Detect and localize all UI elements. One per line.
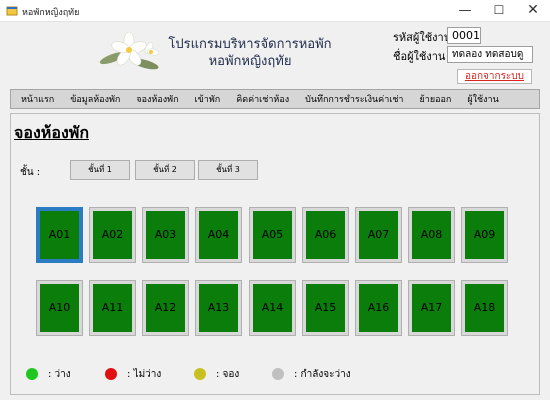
legend-available-label: : ว่าง [48, 369, 71, 380]
user-code-label: รหัสผู้ใช้งาน [393, 31, 452, 44]
flower-logo-icon [99, 31, 160, 70]
logout-button[interactable]: ออกจากระบบ [457, 69, 532, 84]
menu-item-room-info[interactable]: ข้อมูลห้องพัก [70, 92, 120, 106]
menu-item-users[interactable]: ผู้ใช้งาน [467, 92, 498, 106]
legend-available-dot [26, 368, 38, 380]
menu-item-book-room[interactable]: จองห้องพัก [136, 92, 178, 106]
user-code-field[interactable]: 0001 [447, 27, 481, 44]
room-a06[interactable]: A06 [302, 207, 349, 263]
user-name-field[interactable]: ทดลอง ทดสอบดู [447, 46, 533, 63]
maximize-button[interactable]: ☐ [482, 0, 516, 22]
menu-item-home[interactable]: หน้าแรก [21, 92, 54, 106]
floor-label: ชั้น : [20, 167, 41, 178]
legend-occupied-label: : ไม่ว่าง [127, 369, 162, 380]
room-a08[interactable]: A08 [408, 207, 455, 263]
floor-3-button[interactable]: ชั้นที่ 3 [198, 160, 258, 180]
legend-occupied-dot [105, 368, 117, 380]
menu-item-move-out[interactable]: ย้ายออก [420, 92, 452, 106]
legend-reserved-dot [194, 368, 206, 380]
main-menu: หน้าแรก ข้อมูลห้องพัก จองห้องพัก เข้าพัก… [10, 89, 540, 109]
room-a04[interactable]: A04 [195, 207, 242, 263]
floor-2-button[interactable]: ชั้นที่ 2 [135, 160, 195, 180]
program-title-line2: หอพักหญิงฤทัย [208, 54, 292, 69]
window-titlebar: หอพักหญิงฤทัย — ☐ ✕ [0, 0, 550, 22]
floor-1-button[interactable]: ชั้นที่ 1 [70, 160, 130, 180]
room-a14[interactable]: A14 [249, 280, 296, 336]
room-a05[interactable]: A05 [249, 207, 296, 263]
app-header: โปรแกรมบริหารจัดการหอพัก หอพักหญิงฤทัย ร… [0, 22, 550, 88]
app-icon [6, 6, 18, 16]
room-a02[interactable]: A02 [89, 207, 136, 263]
page-title: จองห้องพัก [14, 123, 89, 142]
program-title: โปรแกรมบริหารจัดการหอพัก หอพักหญิงฤทัย [165, 36, 335, 70]
room-a07[interactable]: A07 [355, 207, 402, 263]
user-name-label: ชื่อผู้ใช้งาน [393, 50, 446, 63]
room-a17[interactable]: A17 [408, 280, 455, 336]
legend-soon-available-dot [272, 368, 284, 380]
legend-reserved-label: : จอง [216, 369, 240, 380]
room-a13[interactable]: A13 [195, 280, 242, 336]
menu-item-check-in[interactable]: เข้าพัก [195, 92, 221, 106]
window-title: หอพักหญิงฤทัย [22, 8, 80, 18]
menu-item-record-payment[interactable]: บันทึกการชำระเงินค่าเช่า [305, 92, 403, 106]
room-a10[interactable]: A10 [36, 280, 83, 336]
room-a18[interactable]: A18 [461, 280, 508, 336]
minimize-button[interactable]: — [448, 0, 482, 22]
menu-item-calculate-rent[interactable]: คิดค่าเช่าห้อง [236, 92, 289, 106]
room-a16[interactable]: A16 [355, 280, 402, 336]
room-a01[interactable]: A01 [36, 207, 83, 263]
close-button[interactable]: ✕ [516, 0, 550, 22]
legend-soon-available-label: : กำลังจะว่าง [294, 369, 351, 380]
room-a09[interactable]: A09 [461, 207, 508, 263]
program-title-line1: โปรแกรมบริหารจัดการหอพัก [168, 37, 332, 52]
room-a03[interactable]: A03 [142, 207, 189, 263]
room-a12[interactable]: A12 [142, 280, 189, 336]
room-a15[interactable]: A15 [302, 280, 349, 336]
room-a11[interactable]: A11 [89, 280, 136, 336]
